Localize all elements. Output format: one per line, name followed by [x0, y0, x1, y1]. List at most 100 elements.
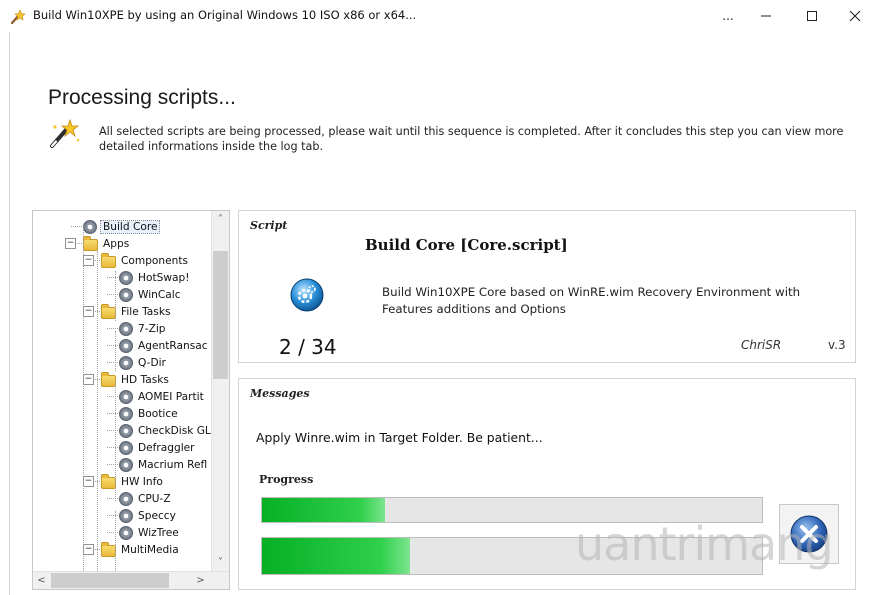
folder-icon: [101, 252, 116, 268]
tree-item[interactable]: Bootice: [119, 405, 180, 422]
tree-item-label: HotSwap!: [138, 271, 190, 284]
script-gear-icon: [119, 270, 133, 285]
tree-guide-line: [107, 498, 118, 499]
tree-item-label: File Tasks: [121, 305, 171, 318]
overall-progress-fill: [262, 498, 385, 522]
script-gear-icon: [119, 287, 133, 302]
tree-guide-line: [107, 532, 118, 533]
tree-item-label: HW Info: [121, 475, 163, 488]
tree-guide-line: [71, 226, 82, 227]
script-gear-icon: [119, 338, 133, 353]
scroll-left-arrow[interactable]: <: [33, 572, 50, 589]
tree-guide-line: [107, 464, 118, 465]
tree-item-label: Bootice: [138, 407, 178, 420]
title-bar: Build Win10XPE by using an Original Wind…: [0, 0, 870, 32]
current-progress-fill: [262, 538, 410, 574]
collapse-toggle[interactable]: −: [83, 255, 94, 266]
collapse-toggle[interactable]: −: [83, 306, 94, 317]
tree-item[interactable]: 7-Zip: [119, 320, 168, 337]
tree-item-label: AgentRansac: [138, 339, 208, 352]
script-gear-icon: [119, 525, 133, 540]
tree-item[interactable]: HotSwap!: [119, 269, 191, 286]
tree-item[interactable]: Build Core: [83, 218, 161, 235]
tree-guide-line: [115, 271, 116, 321]
window-border: [9, 32, 10, 595]
tree-item-label: Build Core: [100, 219, 161, 234]
close-button[interactable]: [832, 0, 870, 32]
vertical-scroll-thumb[interactable]: [213, 251, 228, 379]
scroll-down-arrow[interactable]: ˅: [212, 554, 229, 571]
collapse-toggle[interactable]: −: [65, 238, 76, 249]
script-tree[interactable]: Build Core Apps − Components − HotSwap! WinCal…: [32, 210, 230, 590]
script-author: ChriSR: [741, 338, 782, 352]
tree-item[interactable]: AOMEI Partit: [119, 388, 206, 405]
page-title: Processing scripts...: [48, 86, 236, 109]
tree-guide-line: [97, 251, 98, 571]
script-name: Build Core [Core.script]: [365, 236, 568, 254]
minimize-button[interactable]: [743, 0, 789, 32]
gear-globe-icon: [290, 278, 324, 312]
tree-item-label: WinCalc: [138, 288, 181, 301]
messages-section-title: Messages: [250, 387, 310, 400]
minimize-icon: [761, 15, 771, 17]
watermark: uantrimang: [575, 517, 834, 571]
script-version: v.3: [828, 338, 846, 352]
tree-item[interactable]: Q-Dir: [119, 354, 168, 371]
folder-icon: [83, 235, 98, 251]
tree-item[interactable]: WizTree: [119, 524, 181, 541]
script-gear-icon: [119, 508, 133, 523]
scroll-up-arrow[interactable]: ˄: [212, 211, 229, 228]
tree-item[interactable]: File Tasks: [101, 303, 172, 320]
tree-item[interactable]: Macrium Refl: [119, 456, 209, 473]
folder-icon: [101, 473, 116, 489]
tree-guide-line: [107, 328, 118, 329]
tree-item[interactable]: AgentRansac: [119, 337, 210, 354]
script-gear-icon: [119, 440, 133, 455]
tree-item-label: Defraggler: [138, 441, 195, 454]
tree-item-label: Apps: [103, 237, 130, 250]
tree-item-label: Q-Dir: [138, 356, 166, 369]
maximize-button[interactable]: [789, 0, 835, 32]
tree-guide-line: [83, 226, 84, 571]
script-section-title: Script: [250, 219, 288, 232]
tree-item[interactable]: Speccy: [119, 507, 178, 524]
process-description: All selected scripts are being processed…: [99, 125, 844, 153]
script-gear-icon: [83, 219, 97, 234]
tree-item[interactable]: Components: [101, 252, 190, 269]
script-gear-icon: [119, 389, 133, 404]
scroll-right-arrow[interactable]: >: [192, 572, 209, 589]
tree-guide-line: [107, 277, 118, 278]
tree-item[interactable]: Apps: [83, 235, 131, 252]
tree-guide-line: [107, 515, 118, 516]
script-gear-icon: [119, 406, 133, 421]
tree-horizontal-scrollbar[interactable]: < >: [33, 571, 229, 589]
script-panel: Script Build Core [Core.script] Build Wi…: [238, 210, 856, 363]
tree-item[interactable]: HW Info: [101, 473, 165, 490]
tree-guide-line: [107, 413, 118, 414]
tree-guide-line: [107, 447, 118, 448]
window-title: Build Win10XPE by using an Original Wind…: [33, 8, 417, 22]
tree-guide-line: [107, 362, 118, 363]
tree-item-label: Macrium Refl: [138, 458, 208, 471]
tree-item[interactable]: WinCalc: [119, 286, 183, 303]
tree-item[interactable]: CheckDisk GL: [119, 422, 213, 439]
tree-guide-line: [107, 430, 118, 431]
tree-item[interactable]: HD Tasks: [101, 371, 171, 388]
horizontal-scroll-thumb[interactable]: [51, 573, 169, 588]
tree-item[interactable]: Defraggler: [119, 439, 197, 456]
tree-item[interactable]: CPU-Z: [119, 490, 173, 507]
script-gear-icon: [119, 491, 133, 506]
tree-guide-line: [115, 331, 116, 371]
collapse-toggle[interactable]: −: [83, 544, 94, 555]
collapse-toggle[interactable]: −: [83, 374, 94, 385]
tree-item-label: CheckDisk GL: [138, 424, 211, 437]
folder-icon: [101, 541, 116, 557]
tree-item-label: Components: [121, 254, 189, 267]
progress-label: Progress: [259, 473, 314, 486]
tree-item-label: WizTree: [138, 526, 179, 539]
tree-item-label: AOMEI Partit: [138, 390, 204, 403]
tree-vertical-scrollbar[interactable]: ˄ ˅: [211, 211, 229, 571]
collapse-toggle[interactable]: −: [83, 476, 94, 487]
tree-guide-line: [107, 345, 118, 346]
tree-item[interactable]: MultiMedia: [101, 541, 181, 558]
